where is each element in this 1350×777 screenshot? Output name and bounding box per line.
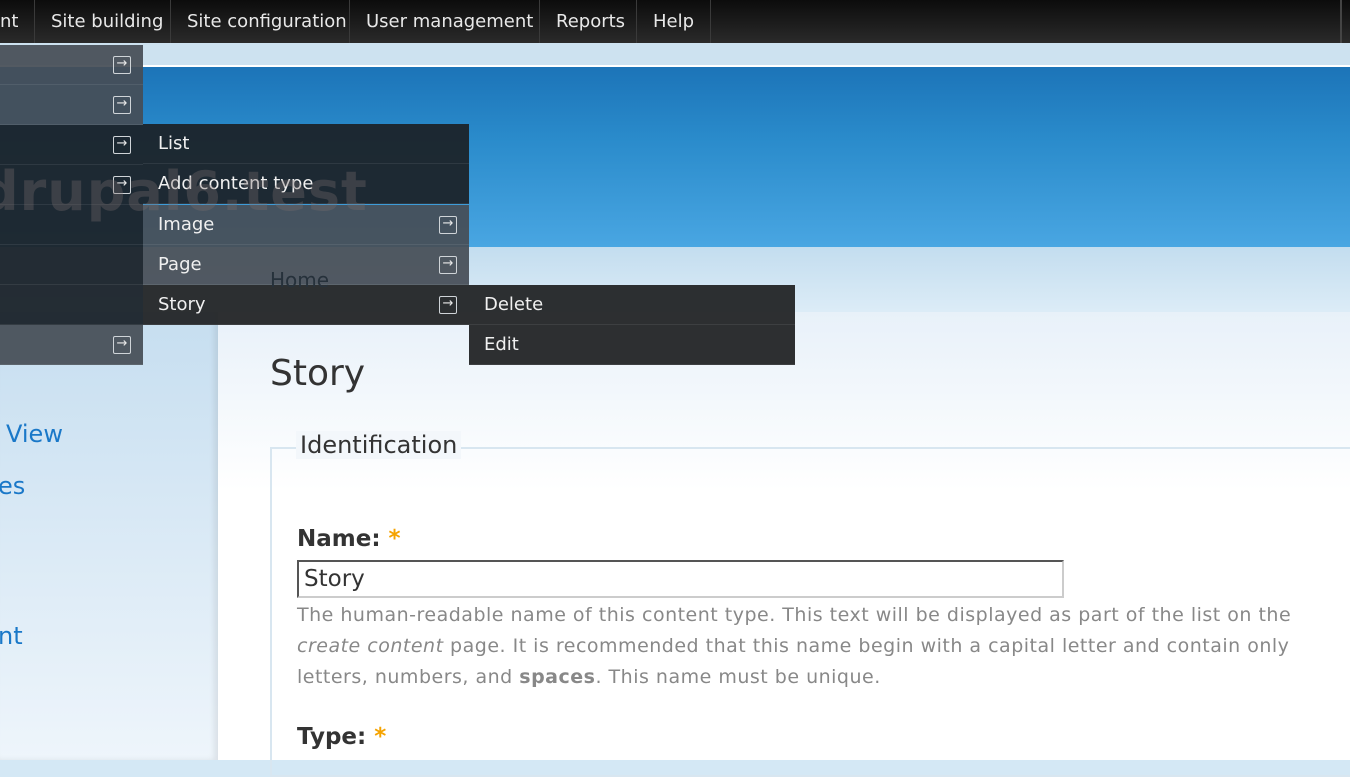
breadcrumb-home[interactable]: Home: [270, 268, 329, 292]
desc-text: . This name must be unique.: [595, 666, 881, 688]
menu-item-1[interactable]: →: [0, 45, 143, 85]
menu-divider: [1340, 0, 1342, 43]
name-description-line3: letters, numbers, and spaces. This name …: [297, 666, 881, 688]
submenu-label: Delete: [484, 294, 544, 315]
menu-item-2[interactable]: →: [0, 85, 143, 125]
sidebar: View es nt: [0, 312, 218, 760]
menu-user-management[interactable]: User management: [350, 0, 540, 43]
type-label: Type: *: [297, 724, 386, 750]
expand-arrow-icon: →: [439, 256, 457, 274]
expand-arrow-icon: →: [113, 56, 131, 74]
menu-item-8[interactable]: →: [0, 325, 143, 365]
name-label-text: Name:: [297, 526, 381, 552]
sidebar-link-view[interactable]: View: [6, 420, 63, 448]
menu-content-management[interactable]: nt: [0, 0, 35, 43]
expand-arrow-icon: →: [439, 296, 457, 314]
required-mark: *: [388, 526, 401, 552]
story-delete[interactable]: Delete: [469, 285, 795, 325]
submenu-label: Edit: [484, 334, 519, 355]
fieldset-legend: Identification: [296, 431, 462, 459]
story-edit[interactable]: Edit: [469, 325, 795, 365]
submenu-label: Page: [158, 254, 202, 275]
submenu-label: List: [158, 133, 190, 154]
name-label: Name: *: [297, 526, 401, 552]
desc-text: letters, numbers, and: [297, 666, 520, 688]
expand-arrow-icon: →: [113, 336, 131, 354]
required-mark: *: [374, 724, 387, 750]
desc-em: create content: [297, 635, 444, 657]
site-name[interactable]: drupal6.test: [0, 160, 368, 223]
sidebar-link-nt[interactable]: nt: [0, 622, 23, 650]
name-input[interactable]: [297, 560, 1064, 598]
expand-arrow-icon: →: [113, 96, 131, 114]
menu-item-6[interactable]: [0, 245, 143, 285]
name-description-line2: create content page. It is recommended t…: [297, 635, 1289, 657]
page-title: Story: [270, 353, 366, 394]
expand-arrow-icon: →: [113, 136, 131, 154]
admin-menu-bar: nt Site building Site configuration User…: [0, 0, 1350, 43]
submenu-label: Story: [158, 294, 206, 315]
menu-reports[interactable]: Reports: [540, 0, 637, 43]
type-label-text: Type:: [297, 724, 367, 750]
submenu-list[interactable]: List: [143, 124, 469, 164]
expand-arrow-icon: →: [439, 216, 457, 234]
menu-item-content-types[interactable]: →: [0, 125, 143, 165]
menu-help[interactable]: Help: [637, 0, 711, 43]
sidebar-link-es[interactable]: es: [0, 472, 25, 500]
page-background: [0, 43, 1350, 65]
menu-site-configuration[interactable]: Site configuration: [171, 0, 350, 43]
menu-site-building[interactable]: Site building: [35, 0, 171, 43]
desc-strong: spaces: [519, 666, 596, 688]
name-description-line1: The human-readable name of this content …: [297, 604, 1292, 626]
menu-item-7[interactable]: [0, 285, 143, 325]
desc-text: page. It is recommended that this name b…: [443, 635, 1290, 657]
